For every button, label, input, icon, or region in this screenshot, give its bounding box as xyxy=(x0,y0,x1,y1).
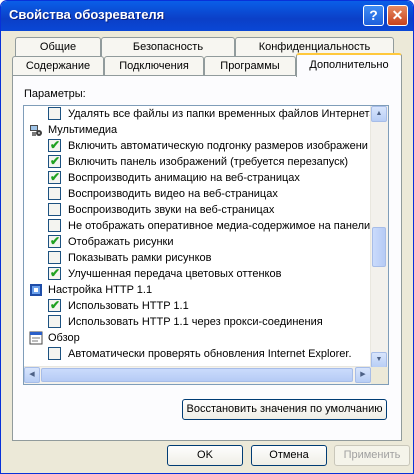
list-item[interactable]: Воспроизводить анимацию на веб-страницах xyxy=(24,169,372,186)
title-bar[interactable]: Свойства обозревателя ? ✕ xyxy=(1,1,413,31)
list-item-label: Воспроизводить звуки на веб-страницах xyxy=(68,204,275,216)
list-item[interactable]: Включить автоматическую подгонку размеро… xyxy=(24,137,372,154)
group-header-multimedia: Мультимедиа xyxy=(24,122,372,138)
checkbox[interactable] xyxy=(48,137,61,153)
restore-defaults-button[interactable]: Восстановить значения по умолчанию xyxy=(182,399,387,420)
group-header-http: Настройка HTTP 1.1 xyxy=(24,282,372,298)
list-item[interactable]: Автоматически проверять обновления Inter… xyxy=(24,346,372,362)
help-button[interactable]: ? xyxy=(363,5,384,26)
list-item-label: Включить панель изображений (требуется п… xyxy=(68,156,349,168)
checkbox[interactable] xyxy=(48,315,61,328)
tab-general[interactable]: Общие xyxy=(15,37,101,57)
group-label: Мультимедиа xyxy=(48,124,118,136)
checkbox[interactable] xyxy=(48,265,61,281)
list-item[interactable]: Воспроизводить видео на веб-страницах xyxy=(24,186,372,202)
list-item-label: Отображать рисунки xyxy=(68,236,174,248)
checkbox[interactable] xyxy=(48,107,61,120)
list-item-label: Показывать рамки рисунков xyxy=(68,252,212,264)
list-item-label: Удалять все файлы из папки временных фай… xyxy=(68,108,376,120)
list-item-label: Не отображать оперативное медиа-содержим… xyxy=(68,220,371,232)
list-item[interactable]: Использовать HTTP 1.1 через прокси-соеди… xyxy=(24,314,372,330)
close-button[interactable]: ✕ xyxy=(387,5,408,26)
list-item-label: Использовать HTTP 1.1 xyxy=(68,300,189,312)
horizontal-scrollbar[interactable]: ◀ ▶ xyxy=(24,366,371,384)
settings-list[interactable]: Удалять все файлы из папки временных фай… xyxy=(23,105,389,385)
tab-security[interactable]: Безопасность xyxy=(101,37,235,57)
list-item[interactable]: Воспроизводить звуки на веб-страницах xyxy=(24,202,372,218)
vertical-scroll-thumb[interactable] xyxy=(372,227,386,267)
list-item-label: Включить автоматическую подгонку размеро… xyxy=(68,140,368,152)
list-item[interactable]: Отображать рисунки xyxy=(24,233,372,250)
tab-programs[interactable]: Программы xyxy=(204,56,296,76)
group-label: Обзор xyxy=(48,332,80,344)
group-header-browse: Обзор xyxy=(24,330,372,346)
group-label: Настройка HTTP 1.1 xyxy=(48,284,153,296)
http-settings-icon xyxy=(30,284,42,296)
list-item[interactable]: Не отображать оперативное медиа-содержим… xyxy=(24,218,372,234)
list-item[interactable]: Улучшенная передача цветовых оттенков xyxy=(24,265,372,282)
checkbox[interactable] xyxy=(48,219,61,232)
list-item[interactable]: Включить панель изображений (требуется п… xyxy=(24,153,372,170)
checkbox[interactable] xyxy=(48,347,61,360)
list-item[interactable]: Использовать HTTP 1.1 xyxy=(24,297,372,314)
list-item-label: Использовать HTTP 1.1 через прокси-соеди… xyxy=(68,316,323,328)
checkbox[interactable] xyxy=(48,203,61,216)
checkbox[interactable] xyxy=(48,169,61,185)
list-item-label: Улучшенная передача цветовых оттенков xyxy=(68,268,282,280)
apply-button[interactable]: Применить xyxy=(334,445,410,466)
scroll-down-icon[interactable]: ▼ xyxy=(371,352,387,368)
tab-advanced[interactable]: Дополнительно xyxy=(296,53,402,77)
scroll-left-icon[interactable]: ◀ xyxy=(24,367,40,383)
window-title: Свойства обозревателя xyxy=(9,7,165,22)
params-label: Параметры: xyxy=(24,88,86,100)
browse-icon xyxy=(29,331,43,345)
checkbox[interactable] xyxy=(48,251,61,264)
list-item-label: Воспроизводить видео на веб-страницах xyxy=(68,188,278,200)
checkbox[interactable] xyxy=(48,153,61,169)
tab-content[interactable]: Содержание xyxy=(12,56,104,76)
scroll-up-icon[interactable]: ▲ xyxy=(371,106,387,122)
scroll-right-icon[interactable]: ▶ xyxy=(355,367,371,383)
tab-connections[interactable]: Подключения xyxy=(104,56,204,76)
list-item-label: Автоматически проверять обновления Inter… xyxy=(68,348,352,360)
advanced-panel: Параметры: Удалять все файлы из папки вр… xyxy=(12,75,402,441)
scroll-corner xyxy=(371,367,388,384)
checkbox[interactable] xyxy=(48,297,61,313)
ok-button[interactable]: OK xyxy=(167,445,243,466)
checkbox[interactable] xyxy=(48,233,61,249)
horizontal-scroll-thumb[interactable] xyxy=(41,368,353,382)
list-item-label: Воспроизводить анимацию на веб-страницах xyxy=(68,172,300,184)
multimedia-icon xyxy=(30,125,42,136)
checkbox[interactable] xyxy=(48,187,61,200)
list-item[interactable]: Удалять все файлы из папки временных фай… xyxy=(24,106,376,122)
cancel-button[interactable]: Отмена xyxy=(251,445,327,466)
internet-options-dialog: Свойства обозревателя ? ✕ Общие Безопасн… xyxy=(0,0,414,474)
vertical-scrollbar[interactable]: ▲ ▼ xyxy=(370,106,388,368)
list-item[interactable]: Показывать рамки рисунков xyxy=(24,250,372,266)
